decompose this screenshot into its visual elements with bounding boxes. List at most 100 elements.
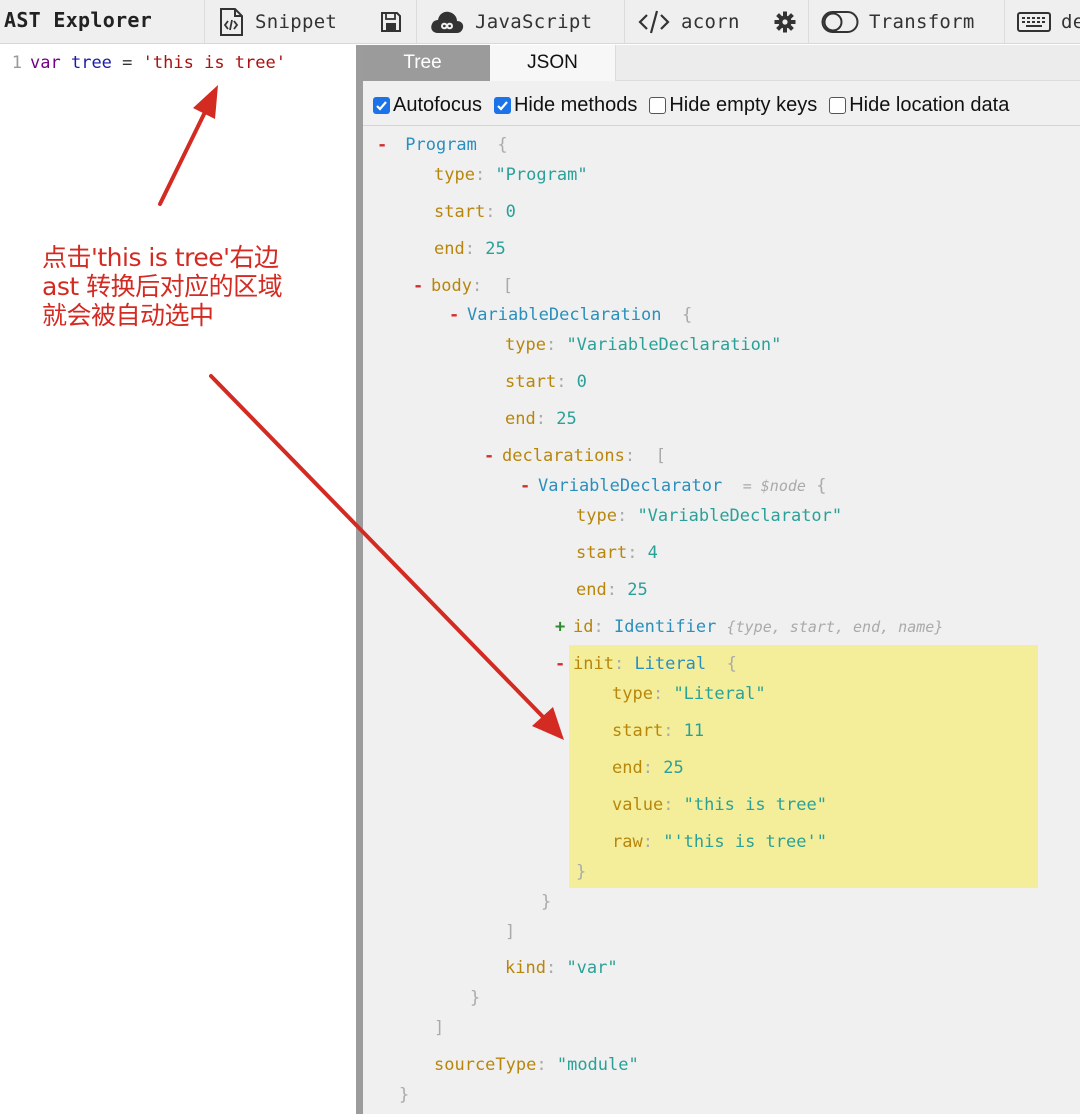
tree-property[interactable]: type: "Literal" [612, 682, 766, 706]
open-brace: { [497, 135, 508, 155]
colon: : [613, 654, 635, 674]
code-keyword: var [30, 53, 61, 73]
tree-node-body[interactable]: - body: [ [413, 274, 513, 298]
tree-property[interactable]: kind: "var" [505, 956, 618, 980]
property-value: "'this is tree'" [663, 832, 827, 852]
tree-property[interactable]: value: "this is tree" [612, 793, 827, 817]
property-value: "module" [556, 1055, 639, 1075]
option-label: Hide location data [849, 93, 1010, 116]
annotation-line: 就会被自动选中 [42, 301, 214, 330]
code-line[interactable]: 1 var tree = 'this is tree' [0, 53, 286, 75]
property-value: 25 [663, 758, 684, 778]
expand-toggle[interactable]: + [555, 615, 573, 639]
colon: : [556, 372, 577, 392]
autofocus-option[interactable]: Autofocus [373, 94, 482, 117]
tree-property[interactable]: sourceType: "module" [434, 1053, 639, 1077]
tree-property[interactable]: start: 0 [505, 370, 587, 394]
tree-property[interactable]: raw: "'this is tree'" [612, 830, 827, 854]
tree-property[interactable]: type: "VariableDeclaration" [505, 333, 781, 357]
tab-tree[interactable]: Tree [363, 45, 490, 81]
property-key: end [576, 580, 607, 600]
property-key: raw [612, 832, 643, 852]
property-key: start [434, 202, 486, 222]
tree-node-declarations[interactable]: - declarations: [ [484, 444, 666, 468]
checkbox-unchecked-icon[interactable] [649, 96, 667, 114]
colon: : [536, 1055, 557, 1075]
hide-location-data-option[interactable]: Hide location data [829, 94, 1009, 117]
tree-property[interactable]: type: "Program" [434, 163, 588, 187]
hide-methods-option[interactable]: Hide methods [493, 93, 638, 117]
open-brace: { [681, 305, 693, 325]
property-value: 11 [683, 721, 705, 741]
tree-property[interactable]: start: 0 [434, 200, 516, 224]
keymap-menu[interactable]: de [1004, 0, 1080, 43]
tree-property[interactable]: start: 4 [576, 541, 658, 565]
parser-settings-button[interactable] [764, 0, 796, 43]
language-menu[interactable]: JavaScript [416, 0, 593, 43]
property-key: value [612, 795, 664, 815]
tree-property[interactable]: type: "VariableDeclarator" [576, 504, 842, 528]
open-bracket: [ [655, 446, 666, 466]
code-string: 'this is tree' [142, 53, 286, 73]
collapse-toggle[interactable]: - [377, 133, 395, 157]
tree-property[interactable]: end: 25 [505, 407, 577, 431]
collapse-toggle[interactable]: - [449, 303, 467, 327]
pane-resize-handle[interactable] [356, 45, 363, 1114]
property-value: 25 [627, 580, 648, 600]
tree-node-id[interactable]: + id: Identifier {type, start, end, name} [555, 615, 943, 639]
snippet-menu[interactable]: Snippet [204, 0, 338, 43]
colon: : [652, 684, 674, 704]
property-key: id [573, 617, 594, 637]
tree-node-variable-declaration[interactable]: - VariableDeclaration { [449, 303, 692, 327]
colon: : [545, 335, 567, 355]
annotation-line: ast 转换后对应的区域 [42, 272, 283, 301]
property-key: sourceType [434, 1055, 537, 1075]
checkbox-unchecked-icon[interactable] [829, 96, 847, 114]
collapse-toggle[interactable]: - [555, 652, 573, 676]
open-brace: { [816, 476, 827, 496]
collapse-toggle[interactable]: - [520, 474, 538, 498]
property-key: start [612, 721, 664, 741]
hide-empty-keys-option[interactable]: Hide empty keys [649, 94, 817, 117]
collapse-toggle[interactable]: - [413, 274, 431, 298]
close-bracket: ] [434, 1018, 445, 1038]
transform-toggle[interactable]: Transform [808, 0, 975, 43]
property-key: type [576, 506, 617, 526]
colon: : [535, 409, 557, 429]
property-key: start [505, 372, 557, 392]
colon: : [624, 446, 636, 466]
open-brace: { [726, 654, 737, 674]
checkbox-checked-icon[interactable] [493, 96, 511, 114]
node-type-name: Literal [634, 654, 707, 674]
colon: : [471, 276, 483, 296]
checkbox-checked-icon[interactable] [373, 96, 390, 114]
option-label: Hide methods [513, 93, 638, 116]
code-icon [638, 10, 670, 34]
tree-node-init[interactable]: - init: Literal { [555, 652, 737, 676]
colon: : [606, 580, 628, 600]
property-value: "Program" [495, 165, 588, 185]
tab-json[interactable]: JSON [490, 45, 616, 81]
save-button[interactable] [370, 0, 402, 43]
save-icon [381, 12, 401, 32]
tree-node-program[interactable]: - Program { [377, 133, 508, 157]
close-brace: } [541, 892, 552, 912]
code-editor[interactable]: 1 var tree = 'this is tree' 点击'this is tr… [0, 45, 356, 1114]
keymap-label: de [1061, 11, 1080, 33]
tree-property[interactable]: end: 25 [612, 756, 684, 780]
property-value: 0 [505, 202, 516, 222]
collapse-toggle[interactable]: - [484, 444, 502, 468]
property-key: type [434, 165, 475, 185]
snippet-label: Snippet [255, 11, 338, 33]
language-label: JavaScript [475, 11, 593, 33]
tree-property[interactable]: start: 11 [612, 719, 704, 743]
colon: : [616, 506, 638, 526]
tree-property[interactable]: end: 25 [434, 237, 506, 261]
tree-property[interactable]: end: 25 [576, 578, 648, 602]
property-key: body [431, 276, 472, 296]
tree-node-variable-declarator[interactable]: - VariableDeclarator = $node { [520, 474, 826, 498]
property-value: "Literal" [673, 684, 766, 704]
colon: : [642, 832, 664, 852]
parser-menu[interactable]: acorn [624, 0, 740, 43]
collapsed-summary: {type, start, end, name} [726, 618, 944, 636]
